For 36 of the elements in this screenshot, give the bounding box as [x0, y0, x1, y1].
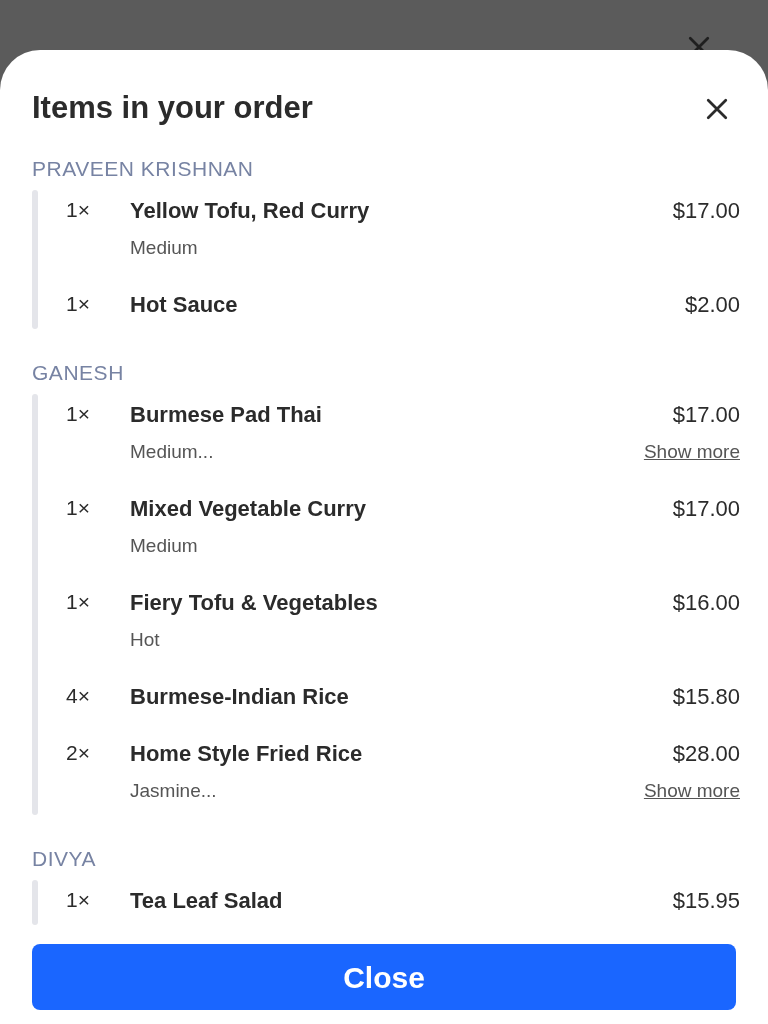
item-note: Medium... — [130, 440, 214, 465]
close-button[interactable]: Close — [32, 944, 736, 1010]
guest-name: DIVYA — [32, 846, 98, 872]
show-more-link[interactable]: Show more — [643, 777, 740, 806]
item-name: Hot Sauce — [130, 290, 239, 319]
item-price: $2.00 — [684, 290, 740, 319]
item-name: Home Style Fried Rice — [130, 739, 364, 768]
item-quantity: 1× — [65, 401, 91, 428]
show-more-link[interactable]: Show more — [643, 438, 740, 467]
item-quantity: 1× — [65, 887, 91, 914]
item-price: $15.95 — [672, 886, 740, 915]
item-note: Jasmine... — [130, 779, 217, 804]
item-quantity: 1× — [65, 495, 91, 522]
item-price: $17.00 — [672, 196, 740, 225]
item-name: Burmese-Indian Rice — [130, 682, 350, 711]
item-name: Burmese Pad Thai — [130, 400, 323, 429]
item-name: Yellow Tofu, Red Curry — [130, 196, 371, 225]
item-quantity: 1× — [65, 589, 91, 616]
item-price: $17.00 — [672, 494, 740, 523]
item-note: Medium — [130, 534, 198, 559]
guest-name: GANESH — [32, 360, 125, 386]
guest-name: PRAVEEN KRISHNAN — [32, 156, 255, 182]
item-name: Mixed Vegetable Curry — [130, 494, 367, 523]
item-quantity: 1× — [65, 291, 91, 318]
item-price: $17.00 — [672, 400, 740, 429]
item-quantity: 1× — [65, 197, 91, 224]
item-name: Tea Leaf Salad — [130, 886, 284, 915]
sheet-title: Items in your order — [32, 89, 313, 128]
item-name: Fiery Tofu & Vegetables — [130, 588, 379, 617]
item-quantity: 4× — [65, 683, 91, 710]
item-price: $28.00 — [672, 739, 740, 768]
item-price: $16.00 — [672, 588, 740, 617]
item-note: Hot — [130, 628, 160, 653]
item-quantity: 2× — [65, 740, 91, 767]
item-price: $15.80 — [672, 682, 740, 711]
item-note: Medium — [130, 236, 198, 261]
